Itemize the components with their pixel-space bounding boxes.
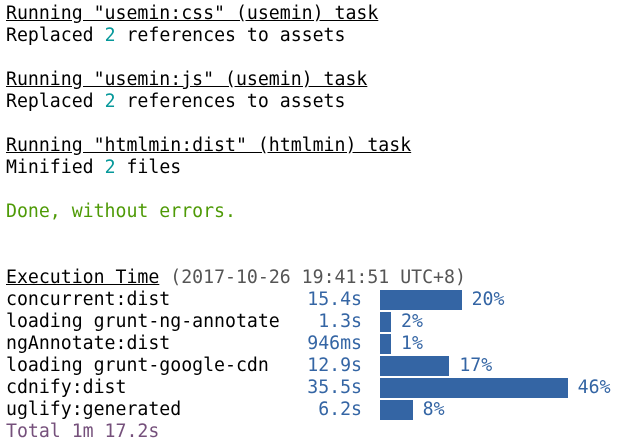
result-text: Replaced [6,91,105,112]
result-count: 2 [104,25,116,46]
task-time: 1.3s [318,311,362,332]
task-name: concurrent:dist [6,289,171,310]
execution-time-header: Execution Time (2017-10-26 19:41:51 UTC+… [6,267,466,289]
task-percent: 17% [459,355,493,376]
execution-timestamp: (2017-10-26 19:41:51 UTC+8) [170,267,466,288]
task-percent: 1% [401,333,423,354]
result-text: Minified [6,157,105,178]
result-text: files [115,157,182,178]
task-bar [380,334,391,354]
task-time: 15.4s [307,289,362,310]
execution-row: loading grunt-google-cdn 12.9s 17% [6,355,621,377]
result-count: 2 [104,91,116,112]
task-header: Running "htmlmin:dist" (htmlmin) task [6,135,412,156]
execution-total: Total 1m 17.2s [6,421,160,442]
execution-row: uglify:generated 6.2s 8% [6,399,621,421]
task-name: uglify:generated [6,399,182,420]
task-result: Replaced 2 references to assets [6,91,345,113]
result-text: references to assets [115,25,346,46]
task-percent: 8% [422,399,445,420]
task-name: cdnify:dist [6,377,127,398]
result-text: references to assets [115,91,346,112]
execution-row: ngAnnotate:dist 946ms 1% [6,333,621,355]
task-percent: 2% [401,311,423,332]
task-name: loading grunt-ng-annotate [6,311,280,332]
task-result: Replaced 2 references to assets [6,25,345,47]
execution-row: concurrent:dist 15.4s 20% [6,289,621,311]
task-percent: 46% [577,377,611,398]
task-time: 35.5s [307,377,362,398]
task-time: 12.9s [307,355,362,376]
execution-row: loading grunt-ng-annotate 1.3s 2% [6,311,621,333]
result-count: 2 [104,157,116,178]
task-bar [380,312,391,332]
task-name: ngAnnotate:dist [6,333,171,354]
task-bar [380,356,450,376]
execution-row: cdnify:dist 35.5s 46% [6,377,621,399]
task-time: 6.2s [318,399,362,420]
task-bar [380,290,462,310]
task-name: loading grunt-google-cdn [6,355,269,376]
task-header: Running "usemin:css" (usemin) task [6,3,379,24]
execution-title: Execution Time [6,267,160,288]
done-message: Done, without errors. [6,201,236,222]
task-result: Minified 2 files [6,157,181,179]
task-percent: 20% [471,289,505,310]
task-time: 946ms [307,333,362,354]
result-text: Replaced [6,25,105,46]
task-bar [380,400,413,420]
task-bar [380,378,568,398]
task-header: Running "usemin:js" (usemin) task [6,69,368,90]
